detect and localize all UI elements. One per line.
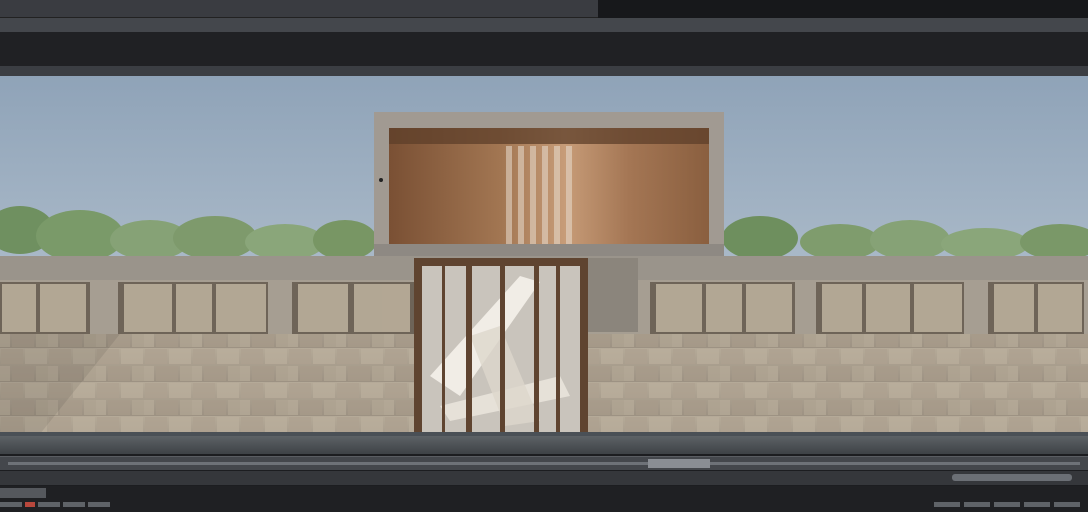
tree-line-right xyxy=(722,216,1088,260)
status-indicators-left xyxy=(0,502,110,507)
status-indicator-5 xyxy=(934,502,960,507)
view-tabs-bar xyxy=(0,66,1088,140)
status-indicator-1 xyxy=(0,502,22,507)
menu-bar-dark-region xyxy=(598,0,1088,18)
status-indicator-2 xyxy=(38,502,60,507)
tree-line-left xyxy=(0,206,377,262)
timeline-track xyxy=(8,462,1080,465)
status-indicator-9 xyxy=(1054,502,1080,507)
scrollbar-thumb[interactable] xyxy=(952,474,1072,481)
status-indicator-3 xyxy=(63,502,85,507)
menu-bar xyxy=(0,0,1088,18)
timeline-playhead[interactable] xyxy=(648,459,710,468)
status-indicator-4 xyxy=(88,502,110,507)
palette-bar xyxy=(0,18,1088,48)
upper-volume xyxy=(374,112,724,258)
status-indicator-8 xyxy=(1024,502,1050,507)
architectural-render xyxy=(0,112,1088,436)
status-mode-indicator xyxy=(0,488,46,498)
status-record-indicator[interactable] xyxy=(25,502,35,507)
render-viewport[interactable] xyxy=(0,76,1088,436)
tool-options-bar xyxy=(0,32,1088,96)
horizontal-scrollbar[interactable] xyxy=(0,471,1088,485)
status-bar xyxy=(0,486,1088,512)
top-toolbar-area xyxy=(0,0,1088,140)
viewport-ground-strip xyxy=(0,436,1088,454)
status-indicators-right xyxy=(934,502,1080,507)
status-indicator-6 xyxy=(964,502,990,507)
timeline-bar[interactable] xyxy=(0,456,1088,470)
status-indicator-7 xyxy=(994,502,1020,507)
